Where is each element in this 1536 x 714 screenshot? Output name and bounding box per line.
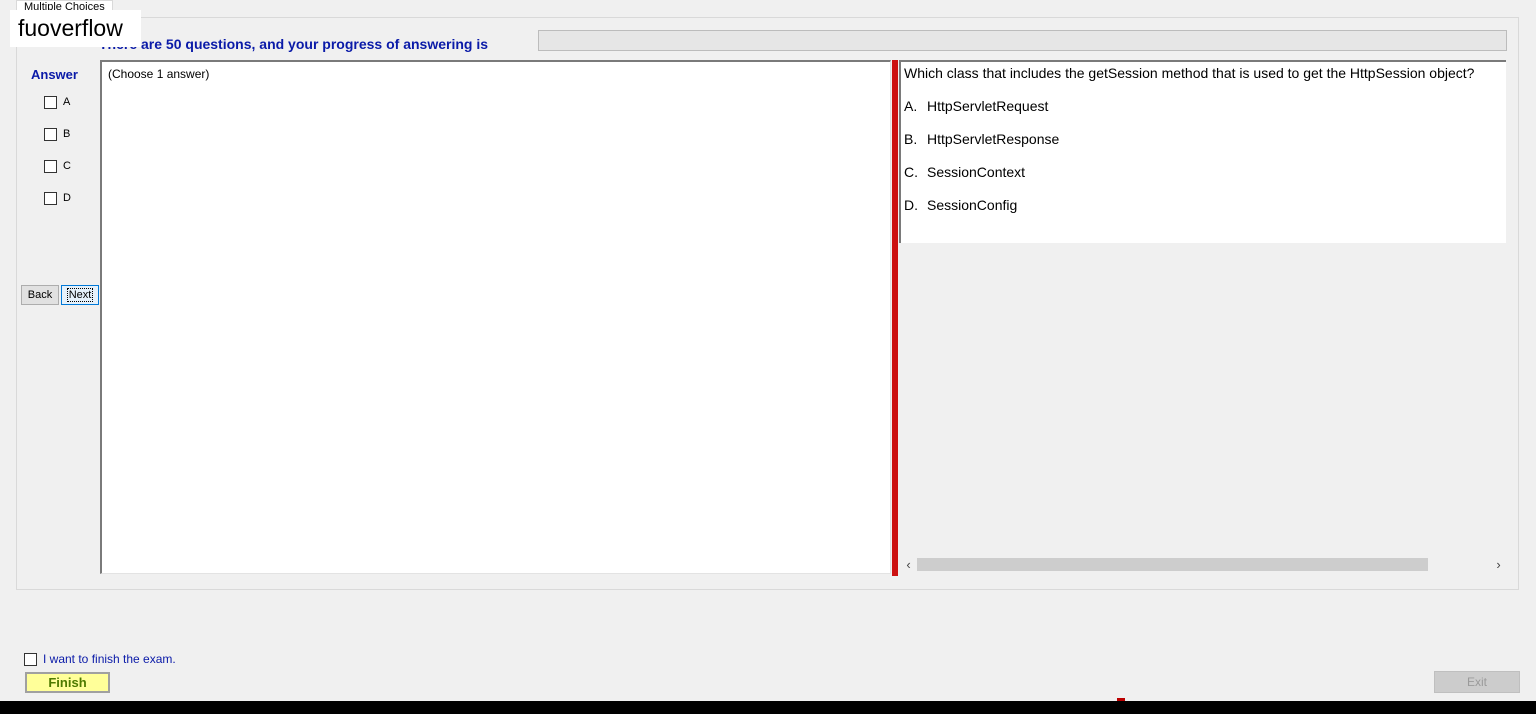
question-pane[interactable]: Which class that includes the getSession… (899, 60, 1506, 243)
choice-letter: A. (904, 98, 918, 114)
choice-letter: D. (904, 197, 918, 213)
horizontal-scrollbar[interactable]: ‹ › (901, 556, 1506, 573)
option-label: C (63, 160, 71, 172)
option-label: D (63, 192, 71, 204)
choice-text: HttpServletResponse (927, 131, 1060, 147)
question-text: Which class that includes the getSession… (904, 65, 1475, 81)
choice-text: SessionConfig (927, 197, 1018, 213)
choice-c: C. SessionContext (904, 164, 1025, 181)
answer-option-d[interactable]: D (44, 191, 71, 205)
finish-check-label: I want to finish the exam. (43, 652, 176, 666)
back-button[interactable]: Back (21, 285, 59, 305)
option-label: B (63, 128, 71, 140)
finish-button[interactable]: Finish (25, 672, 110, 693)
scroll-thumb[interactable] (917, 558, 1428, 571)
choice-letter: B. (904, 131, 918, 147)
answer-option-c[interactable]: C (44, 159, 71, 173)
checkbox[interactable] (44, 159, 57, 173)
checkbox[interactable] (24, 652, 37, 666)
scroll-right-icon[interactable]: › (1491, 556, 1506, 573)
checkbox[interactable] (44, 127, 57, 141)
choice-b: B. HttpServletResponse (904, 131, 1059, 148)
next-button-label: Next (66, 288, 94, 302)
taskbar (0, 701, 1536, 714)
next-button[interactable]: Next (61, 285, 99, 305)
answer-hint: (Choose 1 answer) (108, 67, 210, 81)
choice-d: D. SessionConfig (904, 197, 1017, 214)
pane-splitter[interactable] (892, 60, 898, 576)
checkbox[interactable] (44, 95, 57, 109)
checkbox[interactable] (44, 191, 57, 205)
choice-text: SessionContext (927, 164, 1026, 180)
answer-option-b[interactable]: B (44, 127, 70, 141)
progress-title: There are 50 questions, and your progres… (99, 36, 488, 52)
choice-text: HttpServletRequest (927, 98, 1049, 114)
option-label: A (63, 96, 71, 108)
choice-a: A. HttpServletRequest (904, 98, 1048, 115)
answer-label: Answer (31, 67, 78, 82)
exit-button[interactable]: Exit (1434, 671, 1520, 693)
finish-exam-checkbox[interactable]: I want to finish the exam. (24, 652, 176, 666)
choice-letter: C. (904, 164, 918, 180)
answer-option-a[interactable]: A (44, 95, 70, 109)
watermark: fuoverflow (10, 10, 141, 47)
taskbar-indicator (1117, 698, 1125, 701)
progress-bar (538, 30, 1507, 51)
scroll-left-icon[interactable]: ‹ (901, 556, 916, 573)
answer-pane[interactable]: (Choose 1 answer) (100, 60, 891, 574)
